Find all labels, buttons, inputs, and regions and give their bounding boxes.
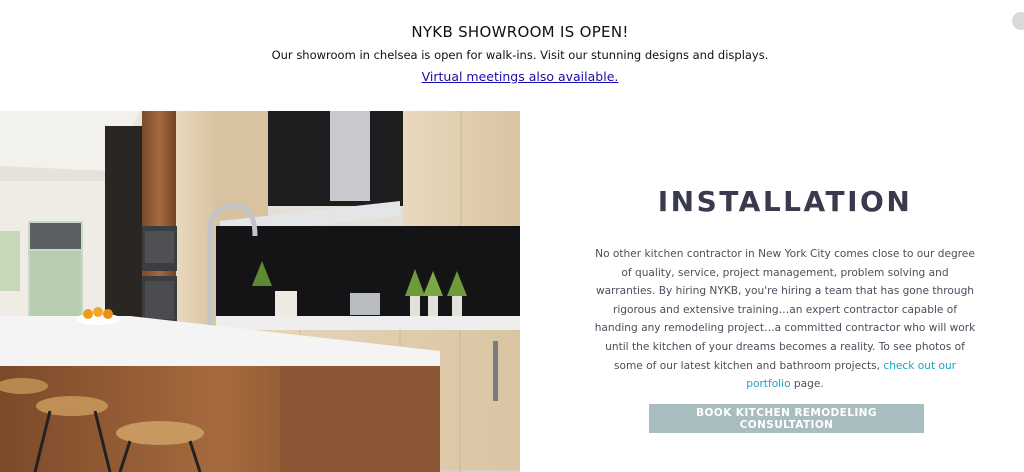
showroom-banner: NYKB SHOWROOM IS OPEN! Our showroom in c… bbox=[0, 0, 1024, 100]
virtual-meetings-link[interactable]: Virtual meetings also available. bbox=[422, 69, 619, 84]
banner-title: NYKB SHOWROOM IS OPEN! bbox=[411, 23, 629, 41]
kitchen-photo bbox=[0, 111, 520, 472]
description-suffix: page. bbox=[790, 378, 824, 391]
book-consultation-button[interactable]: BOOK KITCHEN REMODELING CONSULTATION bbox=[649, 404, 924, 433]
installation-section: INSTALLATION No other kitchen contractor… bbox=[560, 111, 1010, 472]
banner-text: Our showroom in chelsea is open for walk… bbox=[271, 48, 769, 62]
section-description: No other kitchen contractor in New York … bbox=[594, 245, 976, 394]
section-heading: INSTALLATION bbox=[657, 185, 913, 218]
close-button[interactable] bbox=[1012, 12, 1024, 30]
description-text: No other kitchen contractor in New York … bbox=[594, 248, 976, 372]
